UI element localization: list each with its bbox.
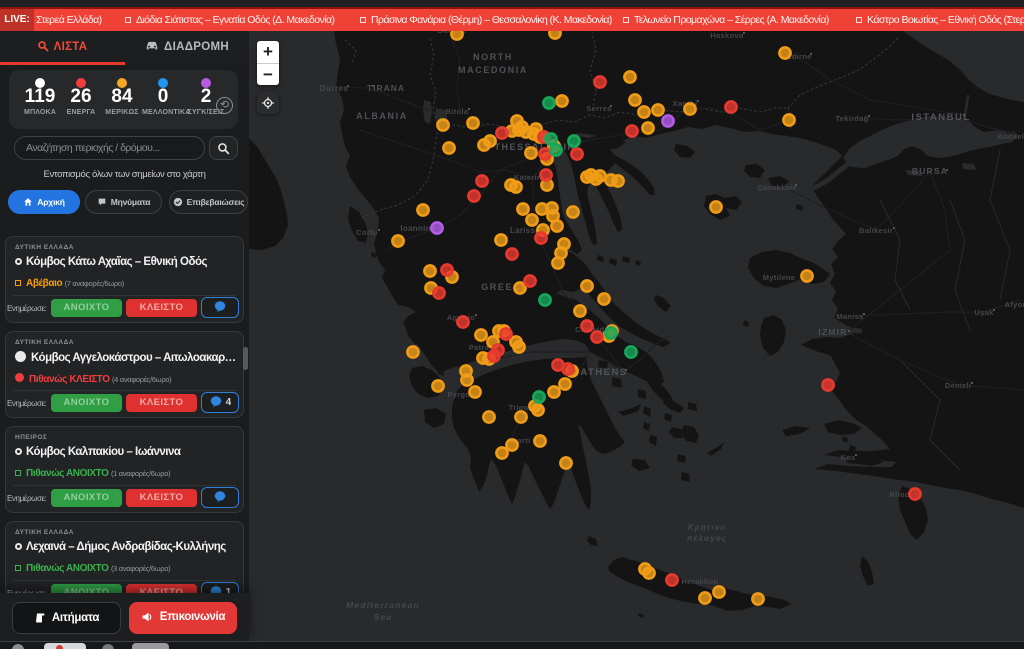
svg-text:Haskovo: Haskovo [710, 31, 743, 40]
svg-text:ISTANBUL: ISTANBUL [911, 112, 970, 123]
svg-text:πέλαγος: πέλαγος [687, 534, 728, 543]
svg-text:Balıkesir: Balıkesir [859, 226, 893, 235]
svg-text:Bitola: Bitola [446, 107, 469, 116]
svg-text:IZMIR: IZMIR [818, 327, 847, 337]
svg-text:Kos: Kos [840, 453, 855, 462]
svg-text:ALBANIA: ALBANIA [356, 111, 408, 121]
svg-text:Mytilene: Mytilene [763, 273, 795, 282]
svg-text:Afyon: Afyon [1005, 300, 1024, 309]
svg-text:BURSA: BURSA [912, 166, 948, 176]
svg-text:Sea: Sea [374, 612, 393, 622]
svg-text:Serres: Serres [586, 104, 611, 113]
svg-text:Çanakkale: Çanakkale [757, 183, 797, 192]
svg-text:Tekirdağ: Tekirdağ [835, 114, 868, 123]
svg-text:ATHENS: ATHENS [580, 367, 627, 378]
svg-text:TIRANA: TIRANA [367, 83, 405, 93]
svg-text:Kocaeli: Kocaeli [998, 132, 1024, 141]
svg-text:Manisa: Manisa [836, 312, 864, 321]
svg-text:Corfu: Corfu [356, 228, 378, 237]
svg-text:Heraklion: Heraklion [682, 577, 719, 586]
svg-text:Denizli: Denizli [945, 381, 971, 390]
svg-text:MACEDONIA: MACEDONIA [458, 65, 528, 75]
svg-text:Mediterranean: Mediterranean [346, 600, 420, 610]
svg-text:NORTH: NORTH [473, 52, 513, 62]
svg-text:Durres: Durres [320, 84, 349, 93]
svg-text:Uşak: Uşak [974, 308, 994, 317]
svg-text:Κρητικό: Κρητικό [688, 523, 727, 532]
